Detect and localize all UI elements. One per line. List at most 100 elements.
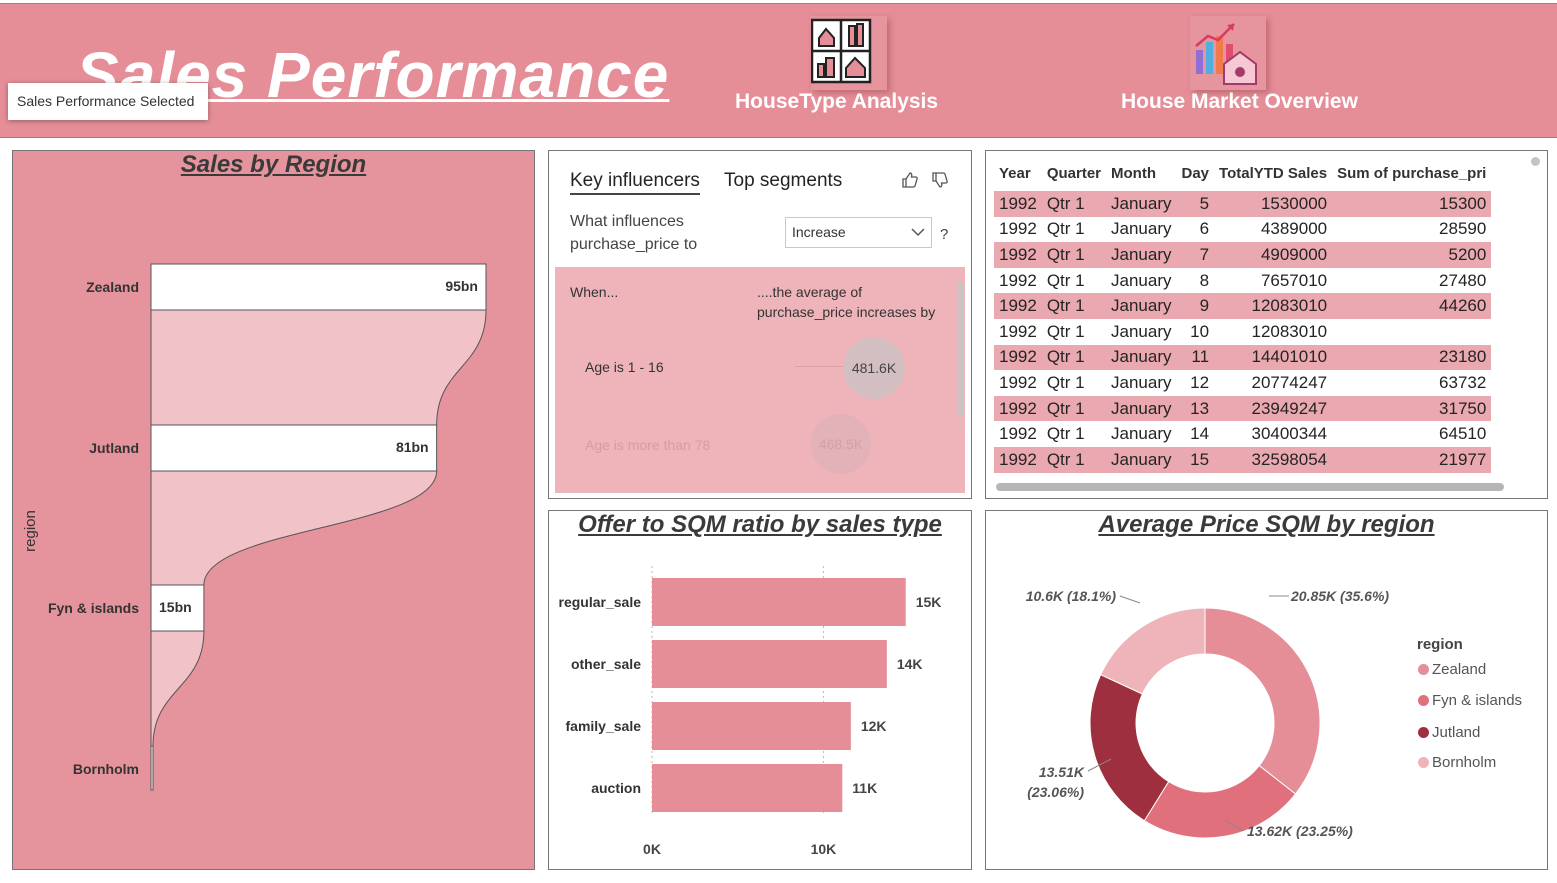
table-cell: 7 (1176, 242, 1215, 268)
header-banner: Sales Performance HouseType Analysis Hou… (0, 3, 1557, 138)
x-tick-label: 10K (811, 841, 837, 857)
house-market-chart-icon[interactable] (1190, 16, 1266, 90)
table-cell: 5200 (1332, 242, 1492, 268)
table-cell: 32598054 (1214, 446, 1333, 473)
table-cell: 1530000 (1214, 191, 1333, 217)
table-cell: Qtr 1 (1041, 395, 1107, 422)
effect-label-line2: purchase_price increases by (757, 304, 936, 320)
vertical-scrollbar-thumb[interactable] (1531, 157, 1540, 166)
column-header-sum-of-purchase-pri[interactable]: Sum of purchase_pri (1332, 155, 1491, 191)
table-row[interactable]: 1992 Qtr 1 January 10 12083010 (994, 319, 1491, 345)
help-icon[interactable]: ? (940, 226, 948, 243)
table-row[interactable]: 1992 Qtr 1 January 8 7657010 27480 (994, 268, 1491, 294)
table-row[interactable]: 1992 Qtr 1 January 11 14401010 23180 (994, 344, 1492, 371)
column-header-totalytd-sales[interactable]: TotalYTD Sales (1214, 155, 1332, 191)
table-cell: 10 (1190, 321, 1210, 341)
donut-slice-jutland (1089, 673, 1170, 822)
table-cell: 23180 (1332, 344, 1492, 371)
thumbs-down-icon[interactable] (931, 171, 949, 189)
influencer-row-label[interactable]: Age is 1 - 16 (585, 359, 664, 375)
table-cell: 12 (1190, 372, 1210, 392)
table-cell: 14401010 (1214, 344, 1333, 371)
table-row[interactable]: 1992 Qtr 1 January 15 32598054 21977 (994, 446, 1492, 473)
funnel-axis-label: region (22, 510, 39, 552)
table-row[interactable]: 1992 Qtr 1 January 12 20774247 63732 (994, 370, 1491, 396)
table-cell: January (1111, 321, 1172, 341)
data-label: 14K (897, 656, 923, 672)
table-cell: 15300 (1332, 191, 1492, 217)
influencer-value-bubble[interactable]: 481.6K (843, 337, 905, 399)
table-cell: 1992 (999, 424, 1037, 444)
legend-item-jutland[interactable]: Jutland (1418, 724, 1480, 741)
avg-price-donut-chart: 20.85K (35.6%) 13.62K (23.25%) 13.51K (23.0… (1026, 588, 1390, 839)
table-cell: 6 (1199, 219, 1210, 239)
column-header-quarter[interactable]: Quarter (1042, 155, 1106, 191)
table-cell: 30400344 (1251, 424, 1328, 444)
bar-regular-sale (652, 578, 906, 626)
table-cell: 44260 (1332, 293, 1492, 319)
funnel-data-label: 15bn (159, 599, 192, 615)
legend-item-fyn[interactable]: Fyn & islands (1418, 692, 1522, 709)
table-cell: 63732 (1439, 372, 1487, 392)
table-cell: Qtr 1 (1041, 446, 1107, 473)
category-label: regular_sale (559, 594, 642, 610)
table-row[interactable]: 1992 Qtr 1 January 6 4389000 28590 (994, 217, 1491, 243)
table-cell: 9 (1176, 293, 1215, 319)
house-grid-icon[interactable] (810, 16, 887, 90)
table-cell: Qtr 1 (1046, 219, 1085, 239)
sales-by-region-panel: Sales by Region Zealand 95bn Jutland 81bn Fy… (12, 150, 535, 870)
table-cell: January (1106, 293, 1177, 319)
influencer-row-label[interactable]: Age is more than 78 (585, 437, 710, 453)
donut-data-label: 13.51K (23.06%) (1027, 764, 1085, 800)
scrollbar[interactable] (957, 281, 963, 417)
table-cell: 1992 (994, 293, 1042, 319)
funnel-connector (150, 470, 438, 586)
nav-housetype-analysis-button[interactable]: HouseType Analysis (735, 90, 938, 114)
table-cell: Qtr 1 (1046, 321, 1085, 341)
table-row[interactable]: 1992 Qtr 1 January 9 12083010 44260 (994, 293, 1492, 319)
key-influencers-panel: Key influencers Top segments What influe… (548, 150, 972, 499)
offer-sqm-panel: Offer to SQM ratio by sales type 0K 10K re… (548, 510, 972, 870)
table-cell: 23949247 (1214, 395, 1333, 422)
donut-data-label: 20.85K (35.6%) (1290, 588, 1389, 604)
category-label: family_sale (566, 718, 642, 734)
influencer-value-bubble[interactable]: 468.5K (811, 414, 871, 474)
x-tick-label: 0K (643, 841, 661, 857)
donut-data-label-line: 13.51K (1039, 764, 1085, 780)
legend-item-zealand[interactable]: Zealand (1418, 661, 1486, 678)
category-label: auction (591, 780, 641, 796)
table-row[interactable]: 1992 Qtr 1 January 13 23949247 31750 (994, 395, 1492, 422)
funnel-category-label: Fyn & islands (48, 600, 139, 616)
table-cell: 27480 (1439, 270, 1487, 290)
nav-house-market-overview-button[interactable]: House Market Overview (1121, 90, 1358, 114)
funnel-category-label: Zealand (86, 279, 139, 295)
column-header-day[interactable]: Day (1177, 155, 1215, 191)
table-row[interactable]: 1992 Qtr 1 January 5 1530000 15300 (994, 191, 1492, 217)
funnel-bar-zealand (150, 263, 487, 311)
thumbs-up-icon[interactable] (901, 171, 919, 189)
funnel-chart: Zealand 95bn Jutland 81bn Fyn & islands 15bn B… (22, 263, 487, 791)
donut-data-label-line: (23.06%) (1027, 784, 1084, 800)
table-row[interactable]: 1992 Qtr 1 January 14 30400344 64510 (994, 421, 1491, 447)
table-row[interactable]: 1992 Qtr 1 January 7 4909000 5200 (994, 242, 1492, 268)
tab-key-influencers[interactable]: Key influencers (570, 170, 700, 195)
table-cell: 1992 (994, 344, 1042, 371)
donut-slice-bornholm (1099, 607, 1206, 695)
table-cell: January (1106, 395, 1177, 422)
table-cell: 14 (1190, 424, 1210, 444)
ki-question-line2: purchase_price to (570, 236, 698, 253)
column-header-month[interactable]: Month (1106, 155, 1176, 191)
avg-price-panel: Average Price SQM by region 20.85K (35.6… (985, 510, 1548, 870)
table-cell: 5 (1176, 191, 1215, 217)
tab-top-segments[interactable]: Top segments (724, 170, 842, 192)
table-cell: 1992 (994, 446, 1042, 473)
table-cell: 1992 (994, 242, 1042, 268)
bar-family-sale (652, 702, 851, 750)
increase-dropdown[interactable]: Increase (785, 217, 932, 248)
column-header-year[interactable]: Year (994, 155, 1042, 191)
table-cell: 12083010 (1214, 293, 1333, 319)
legend-item-bornholm[interactable]: Bornholm (1418, 754, 1496, 771)
funnel-bar-jutland (150, 424, 438, 472)
donut-leader-line (1119, 595, 1141, 604)
horizontal-scrollbar[interactable] (996, 483, 1504, 491)
